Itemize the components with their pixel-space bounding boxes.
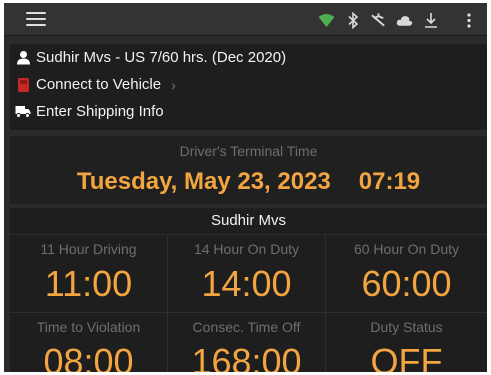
person-icon	[15, 49, 31, 66]
chevron-right-icon: ›	[171, 76, 176, 93]
hos-cell-11-hour-driving[interactable]: 11 Hour Driving 11:00	[10, 234, 168, 312]
cloud-icon	[396, 12, 413, 29]
terminal-time-label: Driver's Terminal Time	[179, 143, 318, 159]
status-bar-icons	[318, 9, 477, 31]
hos-cell-60-hour-on-duty[interactable]: 60 Hour On Duty 60:00	[326, 234, 487, 312]
hos-value: 11:00	[44, 263, 133, 304]
menu-icon[interactable]	[26, 12, 46, 26]
driver-info-panel: Sudhir Mvs - US 7/60 hrs. (Dec 2020) Con…	[10, 44, 487, 130]
terminal-time-panel: Driver's Terminal Time Tuesday, May 23, …	[10, 136, 487, 204]
hos-cell-consec-time-off[interactable]: Consec. Time Off 168:00	[168, 312, 326, 372]
hos-value: 08:00	[43, 341, 134, 372]
shipping-info-row[interactable]: Enter Shipping Info	[10, 98, 487, 125]
driver-row[interactable]: Sudhir Mvs - US 7/60 hrs. (Dec 2020)	[10, 44, 487, 71]
app-screen: Sudhir Mvs - US 7/60 hrs. (Dec 2020) Con…	[4, 3, 487, 372]
hos-label: Time to Violation	[36, 319, 141, 335]
more-vertical-icon[interactable]	[460, 12, 477, 29]
hos-value: OFF	[370, 341, 443, 372]
hos-label: 11 Hour Driving	[40, 241, 137, 257]
hos-label: 14 Hour On Duty	[193, 241, 300, 257]
driver-name: Sudhir Mvs	[210, 212, 287, 229]
terminal-date: Tuesday, May 23, 2023	[76, 168, 331, 195]
hos-value: 14:00	[201, 263, 292, 304]
hos-cell-duty-status[interactable]: Duty Status OFF	[326, 312, 487, 372]
hos-grid: 11 Hour Driving 11:00 14 Hour On Duty 14…	[10, 234, 487, 372]
hos-label: Consec. Time Off	[192, 319, 301, 335]
vehicle-icon	[15, 76, 31, 93]
hos-label: 60 Hour On Duty	[353, 241, 460, 257]
hos-cell-14-hour-on-duty[interactable]: 14 Hour On Duty 14:00	[168, 234, 326, 312]
wifi-icon	[318, 12, 335, 29]
connect-vehicle-row[interactable]: Connect to Vehicle ›	[10, 71, 487, 98]
terminal-datetime: Tuesday, May 23, 2023 07:19	[10, 168, 487, 196]
hos-label: Duty Status	[370, 319, 443, 335]
top-app-bar	[4, 3, 487, 36]
truck-icon	[15, 103, 31, 120]
download-icon	[422, 12, 439, 29]
hos-cell-time-to-violation[interactable]: Time to Violation 08:00	[10, 312, 168, 372]
hos-clocks-panel: Sudhir Mvs 11 Hour Driving 11:00 14 Hour…	[10, 208, 487, 372]
shipping-info-label: Enter Shipping Info	[36, 103, 164, 120]
signal-off-icon	[370, 12, 387, 29]
hos-value: 60:00	[361, 263, 452, 304]
hos-value: 168:00	[191, 341, 302, 372]
driver-label: Sudhir Mvs - US 7/60 hrs. (Dec 2020)	[36, 49, 287, 66]
connect-vehicle-label: Connect to Vehicle	[36, 76, 162, 93]
bluetooth-icon	[344, 11, 361, 29]
terminal-clock: 07:19	[358, 168, 421, 195]
